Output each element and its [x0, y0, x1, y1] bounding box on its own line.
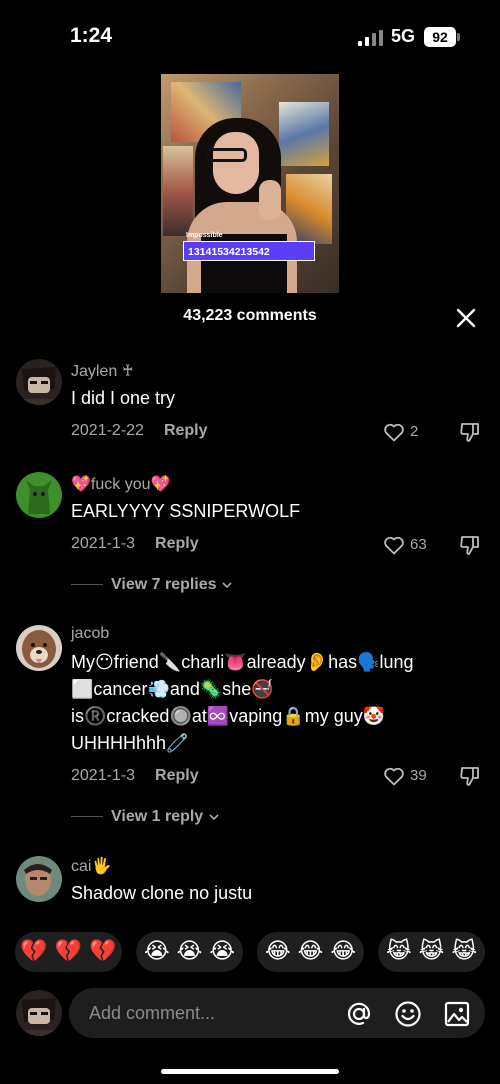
emoji-quick-bar: 💔 💔 💔 😭 😭 😭 😂 😂 😂 😹 😹 😹 [0, 920, 500, 984]
chevron-down-icon [209, 814, 219, 820]
comment-item: jacob My😶friend🔪charli👅already👂has🗣️lung… [0, 622, 500, 837]
reply-button[interactable]: Reply [155, 535, 199, 552]
video-caption-value: 13141534213542 [183, 241, 315, 261]
view-replies-label: View 7 replies [111, 576, 217, 593]
battery-tip [457, 33, 460, 41]
dislike-icon[interactable] [458, 764, 482, 788]
avatar[interactable] [16, 359, 62, 405]
comment-meta: 2021-1-3 Reply [71, 535, 199, 553]
video-caption-label: Impossible [186, 232, 223, 239]
like-count: 63 [410, 536, 427, 553]
battery-indicator: 92 [424, 27, 456, 47]
chevron-down-icon [222, 582, 232, 588]
emoji-pill-crying[interactable]: 😭 😭 😭 [136, 932, 243, 972]
dislike-icon[interactable] [458, 420, 482, 444]
view-replies-button[interactable]: View 1 reply [71, 808, 220, 826]
heart-icon [384, 423, 404, 442]
like-count: 2 [410, 423, 419, 440]
view-replies-label: View 1 reply [111, 808, 204, 825]
image-icon[interactable] [443, 1000, 471, 1028]
home-indicator [161, 1069, 339, 1074]
reply-button[interactable]: Reply [164, 422, 208, 439]
wall-poster [279, 102, 329, 166]
comment-input-box [69, 988, 485, 1038]
comment-text: I did I one try [71, 388, 176, 408]
comment-text: Shadow clone no justu [71, 883, 253, 903]
status-bar: 1:24 5G 92 [0, 0, 500, 70]
comment-date: 2021-2-22 [71, 422, 144, 439]
reply-button[interactable]: Reply [155, 767, 199, 784]
video-thumbnail[interactable]: Impossible 13141534213542 [161, 74, 339, 293]
emoji-pill-broken-heart[interactable]: 💔 💔 💔 [15, 932, 122, 972]
person-face [213, 132, 259, 194]
comment-username[interactable]: cai🖐️ [71, 856, 111, 876]
comment-input[interactable] [89, 988, 329, 1038]
green-dog-avatar-icon [16, 472, 62, 518]
anime-avatar-icon [16, 359, 62, 405]
heart-icon [384, 536, 404, 555]
dog-avatar-icon [16, 625, 62, 671]
dislike-icon[interactable] [458, 533, 482, 557]
comment-text: EARLYYYY SSNIPERWOLF [71, 501, 301, 521]
comment-username[interactable]: 💖fuck you💖 [71, 474, 170, 494]
close-icon[interactable] [455, 307, 477, 329]
comment-username[interactable]: Jaylen ♰ [71, 361, 134, 381]
avatar[interactable] [16, 472, 62, 518]
comment-item: cai🖐️ Shadow clone no justu [0, 853, 500, 920]
signal-icon [358, 30, 383, 46]
comment-item: 💖fuck you💖 EARLYYYY SSNIPERWOLF 2021-1-3… [0, 469, 500, 599]
comment-date: 2021-1-3 [71, 535, 136, 552]
emoji-icon[interactable] [394, 1000, 422, 1028]
comment-item: Jaylen ♰ I did I one try 2021-2-22 Reply … [0, 356, 500, 456]
avatar[interactable] [16, 625, 62, 671]
heart-icon [384, 767, 404, 786]
view-replies-button[interactable]: View 7 replies [71, 576, 233, 594]
divider [71, 584, 103, 586]
comment-date: 2021-1-3 [71, 767, 136, 784]
avatar[interactable] [16, 856, 62, 902]
emoji-pill-cat-laughing[interactable]: 😹 😹 😹 [378, 932, 485, 972]
comments-count: 43,223 comments [183, 307, 317, 324]
anime-avatar-icon [16, 990, 62, 1036]
comment-username[interactable]: jacob [71, 625, 109, 643]
photo-avatar-icon [16, 856, 62, 902]
peace-sign-hand [259, 180, 281, 220]
comment-meta: 2021-2-22 Reply [71, 422, 208, 440]
like-button[interactable]: 63 [382, 533, 442, 557]
network-type: 5G [391, 26, 416, 46]
mention-icon[interactable] [345, 1000, 373, 1028]
comment-meta: 2021-1-3 Reply [71, 767, 199, 785]
wall-poster [163, 146, 193, 236]
glasses [205, 148, 247, 162]
like-count: 39 [410, 767, 427, 784]
like-button[interactable]: 39 [382, 764, 442, 788]
divider [71, 816, 103, 818]
like-button[interactable]: 2 [382, 420, 442, 444]
my-avatar[interactable] [16, 990, 62, 1036]
emoji-pill-laughing[interactable]: 😂 😂 😂 [257, 932, 364, 972]
comment-text: My😶friend🔪charli👅already👂has🗣️lung ⬜canc… [71, 652, 414, 753]
status-time: 1:24 [70, 24, 113, 47]
